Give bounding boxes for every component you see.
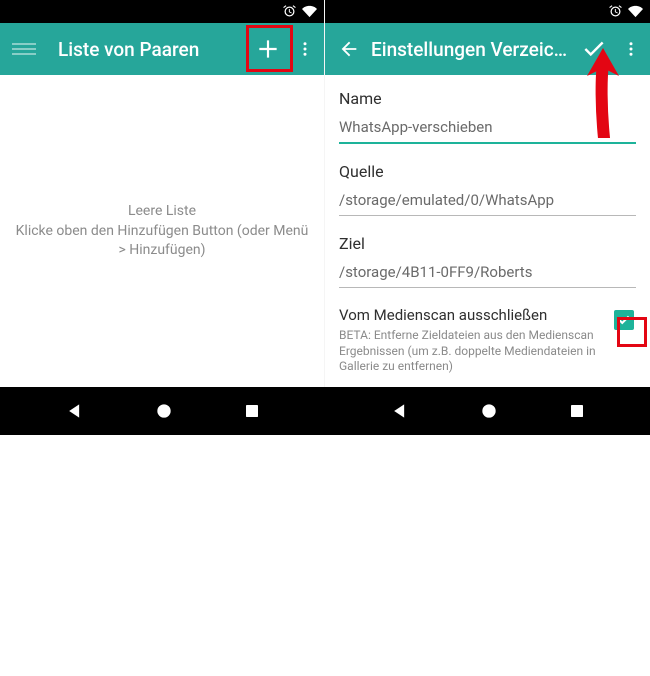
field-name[interactable]: Name WhatsApp-verschieben	[339, 89, 636, 144]
field-label: Ziel	[339, 234, 636, 253]
phone-right: Einstellungen Verzeichni... Name WhatsAp…	[325, 0, 650, 387]
empty-title: Leere Liste	[128, 202, 196, 221]
exclude-checkbox[interactable]	[614, 310, 634, 330]
exclude-desc: BETA: Entferne Zieldateien aus den Medie…	[339, 328, 604, 375]
menu-overflow-icon[interactable]	[616, 27, 646, 71]
menu-overflow-icon[interactable]	[290, 27, 320, 71]
wifi-icon	[301, 4, 318, 19]
status-bar	[325, 0, 650, 23]
empty-state: Leere Liste Klicke oben den Hinzufügen B…	[0, 75, 324, 387]
nav-back-icon[interactable]	[390, 401, 410, 421]
nav-bar	[0, 387, 650, 435]
add-button[interactable]	[246, 27, 290, 71]
settings-form: Name WhatsApp-verschieben Quelle /storag…	[325, 75, 650, 387]
name-input[interactable]: WhatsApp-verschieben	[339, 118, 636, 144]
field-label: Quelle	[339, 162, 636, 181]
nav-home-icon[interactable]	[479, 401, 499, 421]
target-input[interactable]: /storage/4B11-0FF9/Roberts	[339, 263, 636, 288]
alarm-icon	[282, 4, 297, 19]
hamburger-icon[interactable]	[12, 37, 36, 61]
source-input[interactable]: /storage/emulated/0/WhatsApp	[339, 191, 636, 216]
nav-back-icon[interactable]	[65, 401, 85, 421]
nav-recent-icon[interactable]	[243, 402, 261, 420]
status-bar	[0, 0, 324, 23]
toolbar-title: Einstellungen Verzeichni...	[371, 38, 572, 61]
empty-body: Klicke oben den Hinzufügen Button (oder …	[14, 222, 310, 260]
field-target[interactable]: Ziel /storage/4B11-0FF9/Roberts	[339, 234, 636, 288]
field-label: Name	[339, 89, 636, 108]
toolbar-right: Einstellungen Verzeichni...	[325, 23, 650, 75]
phone-left: Liste von Paaren Leere Liste Klicke oben…	[0, 0, 325, 387]
toolbar-title: Liste von Paaren	[58, 38, 246, 61]
confirm-button[interactable]	[572, 27, 616, 71]
back-button[interactable]	[329, 27, 369, 71]
exclude-media-row[interactable]: Vom Medienscan ausschließen BETA: Entfer…	[339, 306, 636, 375]
exclude-title: Vom Medienscan ausschließen	[339, 306, 604, 324]
field-source[interactable]: Quelle /storage/emulated/0/WhatsApp	[339, 162, 636, 216]
toolbar-left: Liste von Paaren	[0, 23, 324, 75]
alarm-icon	[608, 4, 623, 19]
nav-recent-icon[interactable]	[568, 402, 586, 420]
wifi-icon	[627, 4, 644, 19]
nav-home-icon[interactable]	[154, 401, 174, 421]
